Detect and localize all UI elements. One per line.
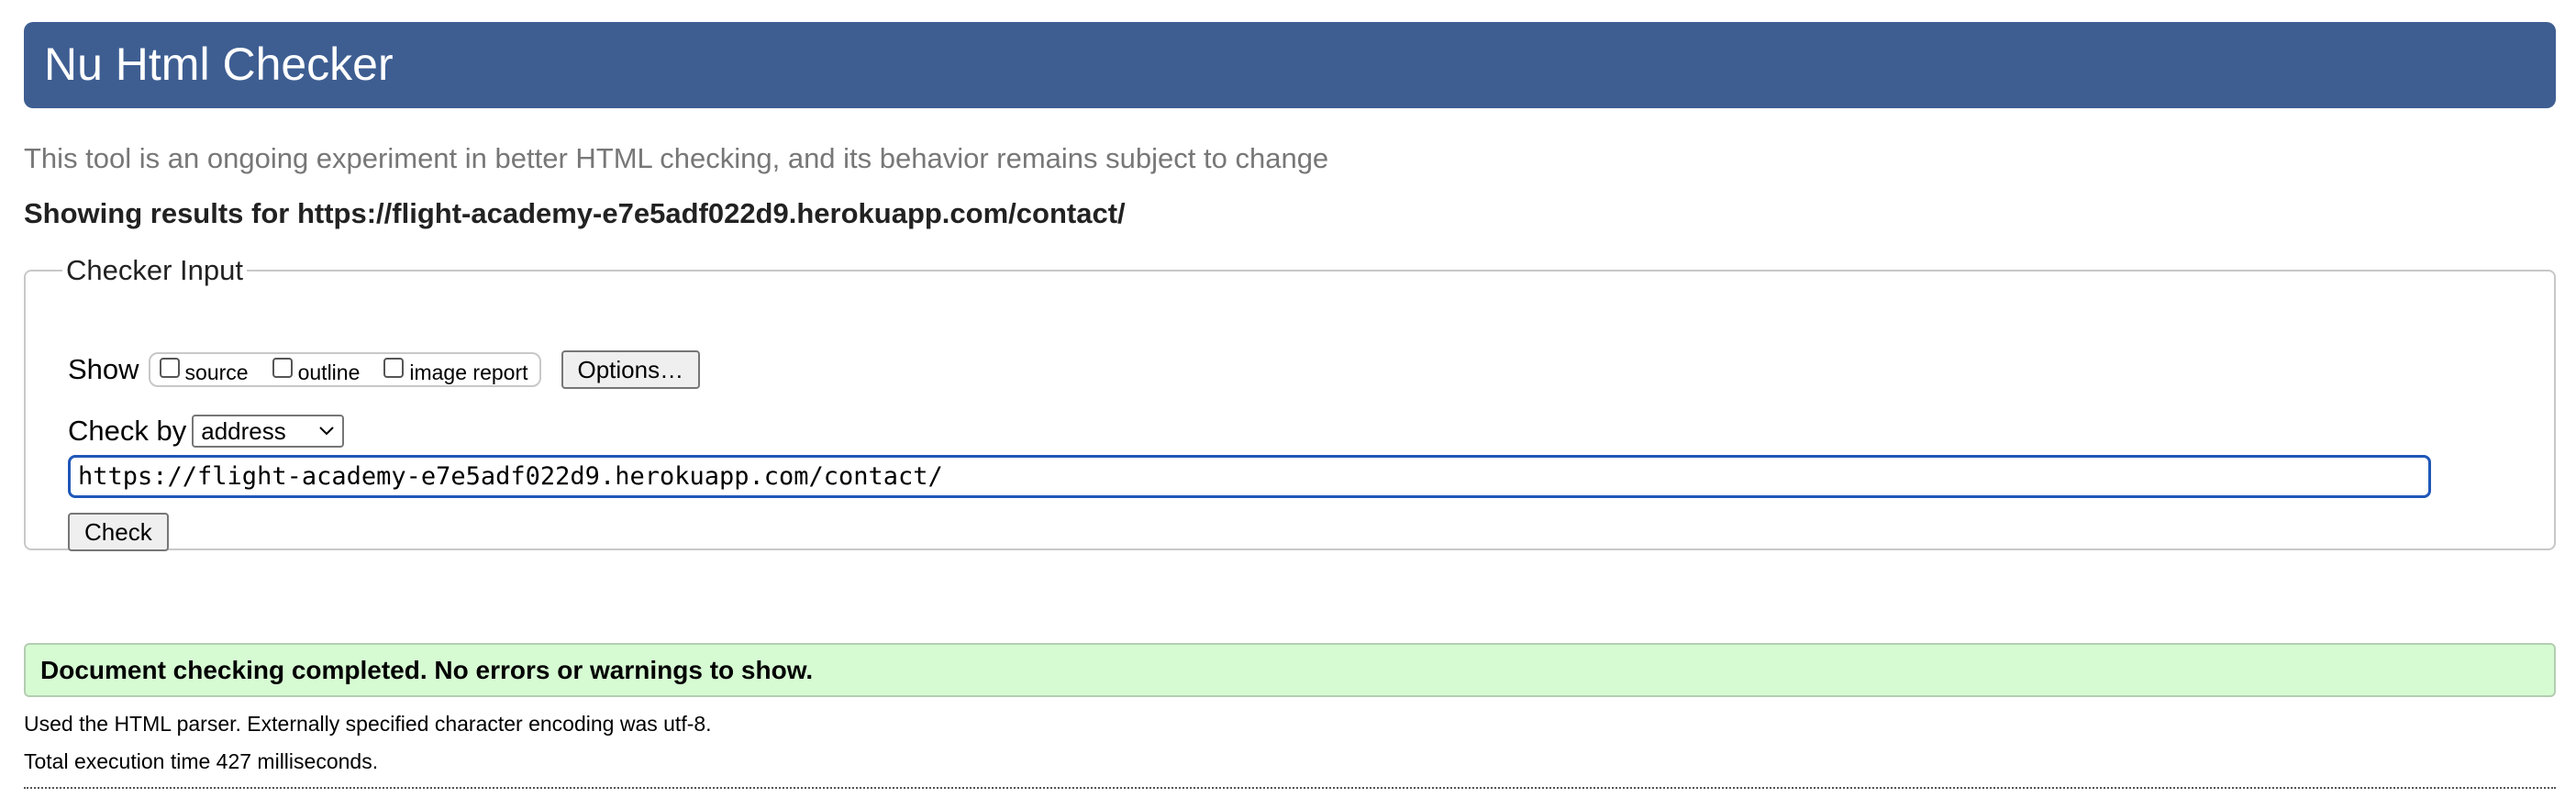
- check-button[interactable]: Check: [68, 513, 169, 551]
- check-by-row: Check by address: [68, 412, 345, 450]
- tagline-text: This tool is an ongoing experiment in be…: [24, 142, 1329, 174]
- check-by-select[interactable]: address: [192, 415, 345, 448]
- show-options-row: Show source outline image report Options…: [68, 349, 701, 390]
- url-input[interactable]: [68, 455, 2431, 498]
- show-source-option[interactable]: source: [159, 358, 249, 384]
- checker-input-fieldset: Checker Input Show source outline image …: [24, 254, 2556, 551]
- dotted-divider: [24, 787, 2556, 789]
- outline-checkbox[interactable]: [272, 358, 293, 378]
- page-title: Nu Html Checker: [44, 39, 394, 90]
- success-message: Document checking completed. No errors o…: [24, 643, 2556, 697]
- parser-info-text: Used the HTML parser. Externally specifi…: [24, 712, 712, 736]
- show-label: Show: [68, 353, 139, 385]
- source-checkbox-label: source: [184, 360, 249, 384]
- execution-time-text: Total execution time 427 milliseconds.: [24, 749, 379, 773]
- image-report-checkbox-label: image report: [409, 360, 528, 384]
- chevron-down-icon: [319, 427, 334, 436]
- show-options-group: source outline image report: [148, 352, 541, 387]
- show-outline-option[interactable]: outline: [272, 358, 361, 384]
- checker-input-legend: Checker Input: [66, 254, 243, 286]
- results-heading: Showing results for https://flight-acade…: [24, 197, 1126, 229]
- check-by-selected-value: address: [201, 416, 286, 445]
- header-banner: Nu Html Checker: [24, 22, 2556, 108]
- options-button[interactable]: Options…: [561, 350, 701, 389]
- outline-checkbox-label: outline: [297, 360, 361, 384]
- image-report-checkbox[interactable]: [383, 358, 405, 378]
- show-image-report-option[interactable]: image report: [383, 358, 528, 384]
- check-by-label: Check by: [68, 415, 187, 447]
- source-checkbox[interactable]: [159, 358, 180, 378]
